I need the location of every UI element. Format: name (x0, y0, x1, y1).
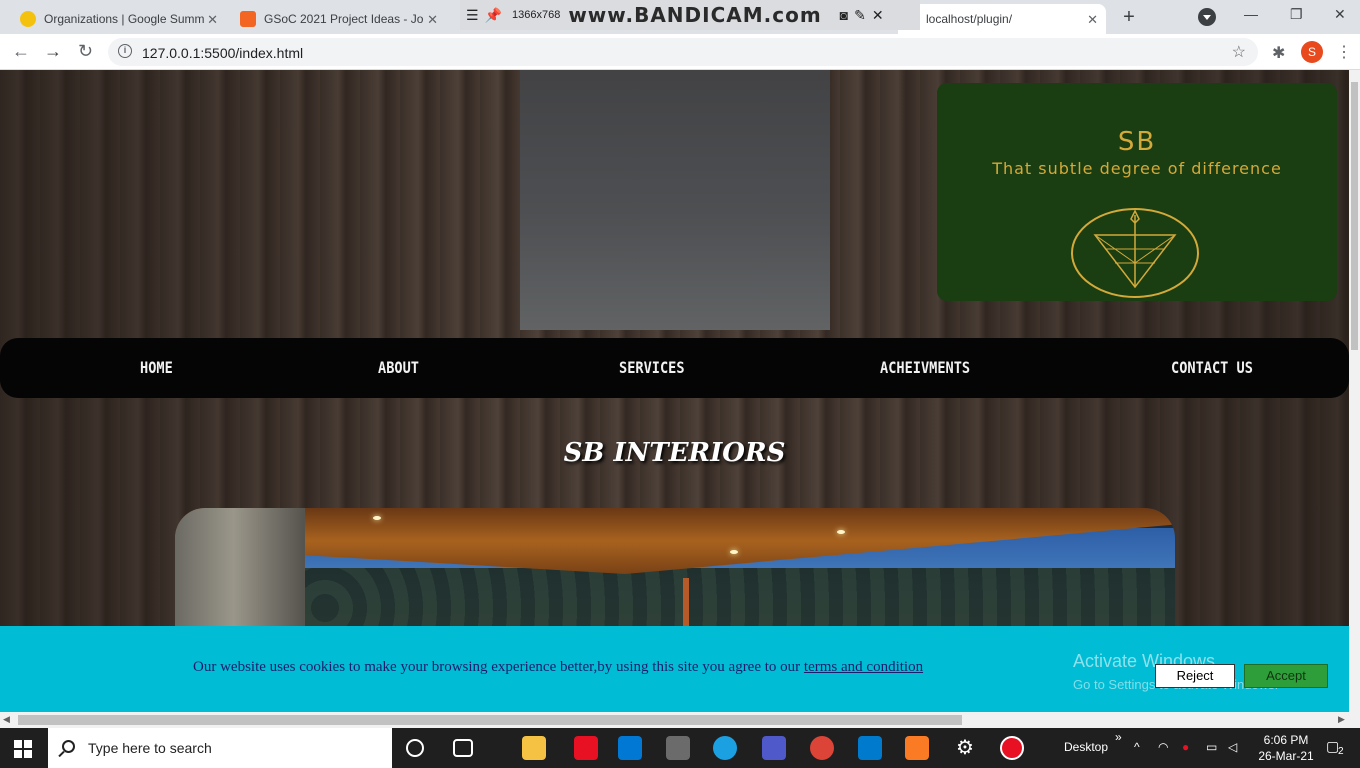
extensions-puzzle-icon[interactable]: ✱ (1272, 43, 1285, 63)
new-tab-button[interactable]: + (1116, 5, 1142, 31)
cookie-message-text: Our website uses cookies to make your br… (193, 659, 804, 675)
tab-favicon-icon (20, 11, 36, 27)
chrome-icon[interactable] (810, 736, 834, 760)
browser-toolbar: ← → ↻ i 127.0.0.1:5500/index.html ☆ ✱ S … (0, 34, 1360, 70)
back-button[interactable]: ← (12, 41, 30, 62)
reload-button[interactable]: ↻ (78, 41, 93, 62)
bandicam-toolbar: ☰ 📌 1366x768 www.BANDICAM.com ◙ ✎ ✕ (460, 0, 920, 30)
forward-button[interactable]: → (44, 41, 62, 62)
camera-icon[interactable]: ◙ (840, 7, 848, 23)
nav-about[interactable]: ABOUT (378, 358, 419, 377)
vscode-icon[interactable] (858, 736, 882, 760)
search-placeholder: Type here to search (88, 740, 212, 756)
nav-contact-us[interactable]: CONTACT US (1171, 358, 1253, 377)
edge-icon[interactable] (713, 736, 737, 760)
cookie-message: Our website uses cookies to make your br… (193, 659, 923, 676)
page-title: SB INTERIORS (563, 438, 786, 468)
bandicam-watermark: www.BANDICAM.com (568, 3, 822, 27)
clock-date: 26-Mar-21 (1258, 749, 1314, 763)
hero-trees (305, 568, 1175, 628)
ceiling-light (837, 530, 845, 534)
taskbar-clock[interactable]: 6:06 PM 26-Mar-21 (1256, 732, 1316, 764)
scrollbar-thumb[interactable] (18, 715, 962, 725)
wifi-icon[interactable]: ◠ (1158, 740, 1168, 754)
minimize-button[interactable]: — (1244, 6, 1258, 22)
cortana-icon[interactable] (406, 739, 424, 757)
tray-up-arrow-icon[interactable]: ^ (1134, 740, 1140, 754)
recording-resolution: 1366x768 (512, 9, 561, 21)
scroll-right-arrow-icon[interactable]: ▶ (1338, 714, 1345, 725)
desktop-toolbar-label[interactable]: Desktop (1064, 740, 1108, 754)
profile-avatar[interactable]: S (1301, 41, 1323, 63)
tab-title: localhost/plugin/ (926, 12, 1013, 26)
scrollbar-thumb[interactable] (1351, 82, 1358, 350)
site-info-icon[interactable]: i (118, 44, 132, 58)
scroll-left-arrow-icon[interactable]: ◀ (3, 714, 10, 725)
tab-close-icon[interactable]: ✕ (207, 12, 218, 28)
record-icon[interactable] (1000, 736, 1024, 760)
maximize-button[interactable]: ❐ (1290, 6, 1303, 23)
battery-icon[interactable]: ▭ (1206, 740, 1217, 754)
toolbar-chevron-icon[interactable]: » (1115, 730, 1122, 744)
address-bar[interactable]: i 127.0.0.1:5500/index.html ☆ (108, 38, 1258, 66)
url-text[interactable]: 127.0.0.1:5500/index.html (142, 45, 303, 61)
browser-menu-icon[interactable]: ⋮ (1336, 42, 1352, 62)
logo-initials: SB (1117, 127, 1157, 157)
network-error-icon[interactable]: ● (1182, 740, 1189, 754)
app-e-icon[interactable] (574, 736, 598, 760)
tab-localhost-plugin[interactable]: localhost/plugin/ ✕ (898, 4, 1106, 34)
notification-count: 2 (1338, 746, 1344, 757)
taskbar-search-box[interactable]: Type here to search (48, 728, 392, 768)
tab-close-icon[interactable]: ✕ (1087, 12, 1098, 28)
terms-link[interactable]: terms and condition (804, 659, 923, 675)
accept-button[interactable]: Accept (1244, 664, 1328, 688)
logo-emblem-icon (1071, 208, 1199, 298)
teams-icon[interactable] (762, 736, 786, 760)
vertical-scrollbar[interactable] (1349, 70, 1360, 712)
nav-home[interactable]: HOME (140, 358, 173, 377)
bookmark-star-icon[interactable]: ☆ (1232, 42, 1246, 62)
pencil-icon[interactable]: ✎ (854, 7, 866, 24)
xampp-icon[interactable] (905, 736, 929, 760)
search-icon (62, 740, 75, 753)
close-window-button[interactable]: ✕ (1334, 6, 1346, 23)
reject-button[interactable]: Reject (1155, 664, 1235, 688)
cookie-banner: Our website uses cookies to make your br… (0, 626, 1349, 712)
close-icon[interactable]: ✕ (872, 7, 884, 24)
nav-services[interactable]: SERVICES (619, 358, 685, 377)
ceiling-light (373, 516, 381, 520)
nav-achievements[interactable]: ACHEIVMENTS (880, 358, 970, 377)
tab-gsoc-ideas[interactable]: GSoC 2021 Project Ideas - Jo ✕ (232, 4, 446, 34)
horizontal-scrollbar[interactable]: ◀ ▶ (0, 712, 1360, 728)
tab-title: GSoC 2021 Project Ideas - Jo (264, 12, 424, 26)
ceiling-light (730, 550, 738, 554)
logo-tagline: That subtle degree of difference (992, 159, 1282, 178)
tab-organizations[interactable]: Organizations | Google Summ ✕ (12, 4, 226, 34)
task-view-icon[interactable] (453, 739, 473, 757)
camera-app-icon[interactable] (666, 736, 690, 760)
file-explorer-icon[interactable] (522, 736, 546, 760)
joomla-favicon-icon (240, 11, 256, 27)
tab-title: Organizations | Google Summ (44, 12, 205, 26)
windows-taskbar: Type here to search ⚙ Desktop » ^ ◠ ● ▭ … (0, 728, 1360, 768)
site-logo[interactable]: SB That subtle degree of difference (937, 83, 1337, 301)
windows-start-icon[interactable] (14, 740, 32, 758)
volume-icon[interactable]: ◁ (1228, 740, 1237, 754)
page-viewport: SB That subtle degree of difference HOME… (0, 70, 1349, 712)
tab-close-icon[interactable]: ✕ (427, 12, 438, 28)
settings-gear-icon[interactable]: ⚙ (953, 736, 977, 760)
menu-icon[interactable]: ☰ (466, 7, 479, 24)
tab-search-icon[interactable] (1198, 8, 1216, 26)
main-navigation: HOME ABOUT SERVICES ACHEIVMENTS CONTACT … (0, 338, 1349, 398)
browser-tab-strip: Organizations | Google Summ ✕ GSoC 2021 … (0, 0, 1360, 34)
clock-time: 6:06 PM (1263, 733, 1309, 747)
store-icon[interactable] (618, 736, 642, 760)
pin-icon[interactable]: 📌 (485, 7, 502, 24)
